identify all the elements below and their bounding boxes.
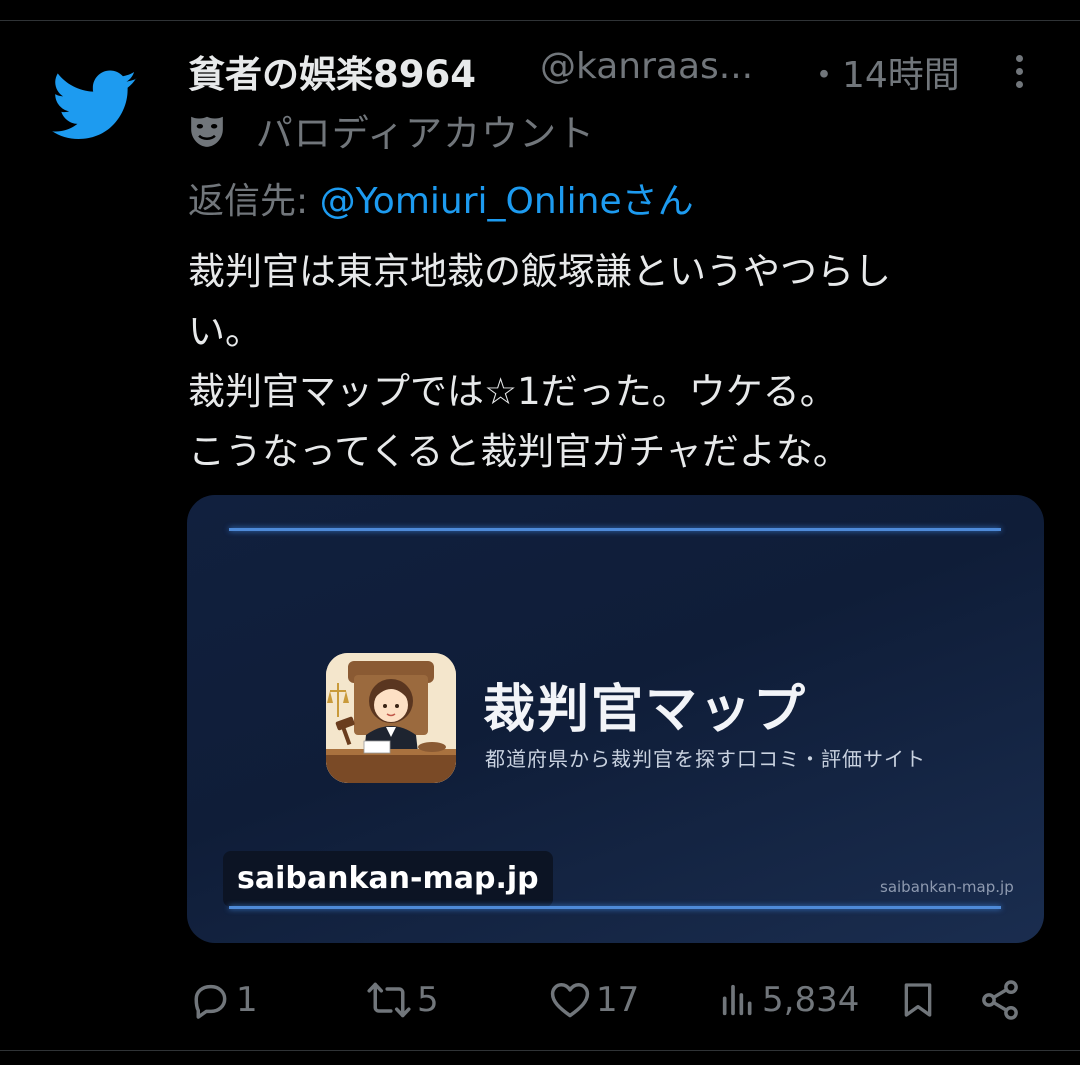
like-count: 17 [596, 980, 640, 1020]
tweet-text-line: 裁判官は東京地裁の飯塚謙というやつらし [188, 250, 891, 293]
twitter-bird-icon[interactable] [52, 70, 138, 142]
card-divider-bottom [229, 906, 1001, 909]
share-icon [982, 980, 1018, 1020]
card-divider-top [229, 528, 1001, 531]
bookmark-icon [904, 983, 932, 1017]
reply-mention-link[interactable]: @Yomiuri_Onlineさん [320, 181, 694, 222]
tweet-text-line: 裁判官マップでは☆1だった。ウケる。 [188, 370, 837, 413]
reply-context: 返信先: @Yomiuri_Onlineさん [188, 172, 694, 224]
card-subtitle: 都道府県から裁判官を探す口コミ・評価サイト [485, 747, 926, 771]
reply-icon [194, 984, 227, 1019]
views-button[interactable]: 5,834 [718, 970, 859, 1030]
retweet-count: 5 [417, 980, 439, 1020]
mask-icon [191, 116, 223, 147]
parody-label-row: パロディアカウント [188, 103, 595, 157]
user-handle[interactable]: @kanraas... [540, 46, 753, 87]
parody-label: パロディアカウント [255, 112, 596, 155]
views-count: 5,834 [762, 980, 860, 1020]
bookmark-button[interactable] [898, 970, 938, 1030]
link-preview-card[interactable]: 裁判官マップ 都道府県から裁判官を探す口コミ・評価サイト saibankan-m… [187, 495, 1044, 943]
reply-prefix: 返信先: [188, 181, 320, 222]
views-icon [722, 984, 752, 1016]
tweet-text-line: こうなってくると裁判官ガチャだよな。 [188, 430, 850, 473]
reply-button[interactable]: 1 [188, 970, 258, 1030]
more-vertical-icon[interactable] [1004, 52, 1034, 92]
app-logo-image [326, 653, 456, 783]
tweet-header: 貧者の娯楽8964 @kanraas... ・14時間 [188, 44, 1048, 100]
heart-icon [550, 983, 590, 1018]
like-button[interactable]: 17 [548, 970, 639, 1030]
retweet-button[interactable]: 5 [365, 970, 439, 1030]
share-button[interactable] [978, 970, 1022, 1030]
timestamp[interactable]: ・14時間 [806, 46, 960, 98]
card-title: 裁判官マップ [483, 680, 808, 740]
top-divider [0, 20, 1080, 21]
retweet-icon [367, 982, 411, 1018]
display-name[interactable]: 貧者の娯楽8964 [188, 44, 476, 98]
bottom-divider [0, 1050, 1080, 1051]
reply-count: 1 [236, 980, 258, 1020]
tweet-text-line: い。 [188, 310, 262, 353]
card-domain-watermark: saibankan-map.jp [880, 878, 1014, 896]
tweet-text: 裁判官は東京地裁の飯塚謙というやつらし い。 裁判官マップでは☆1だった。ウケる… [188, 242, 1048, 482]
card-domain-badge[interactable]: saibankan-map.jp [223, 851, 553, 907]
action-bar: 1 5 17 5,834 [0, 970, 1080, 1030]
